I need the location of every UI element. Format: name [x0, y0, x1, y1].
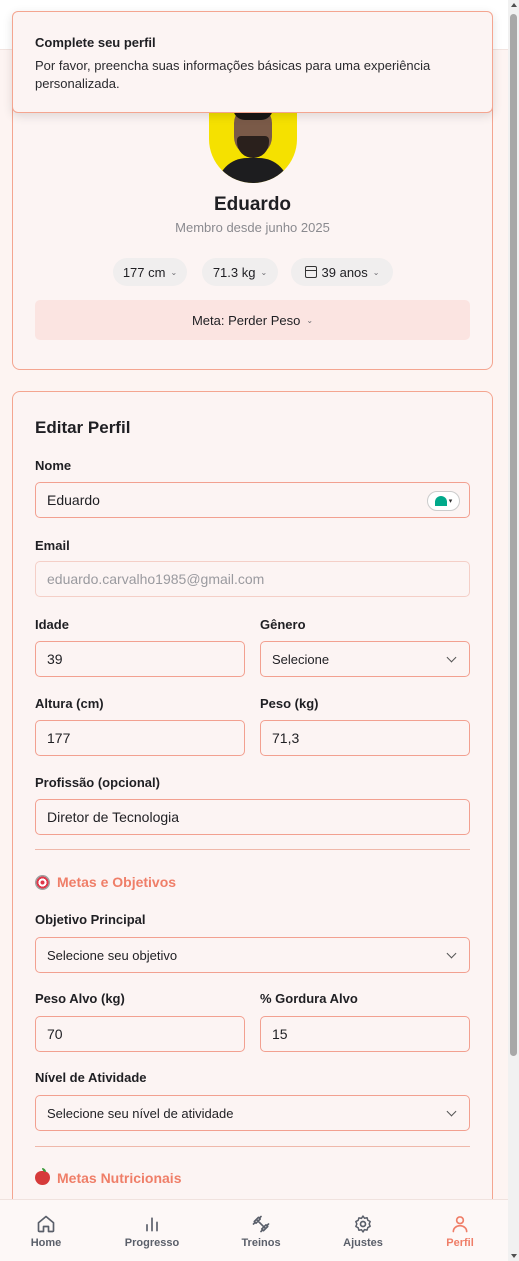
home-icon — [37, 1215, 55, 1233]
gender-select[interactable]: Selecione — [260, 641, 470, 677]
weight-value: 71.3 kg — [212, 264, 256, 280]
gear-icon — [355, 1215, 371, 1233]
edit-profile-title: Editar Perfil — [35, 418, 131, 437]
nutrition-section-title: Metas Nutricionais — [35, 1168, 182, 1186]
target-fat-label: % Gordura Alvo — [260, 991, 358, 1006]
weight-label: Peso (kg) — [260, 696, 319, 711]
nav-progress[interactable]: Progresso — [112, 1214, 192, 1249]
apple-icon — [35, 1168, 50, 1185]
nav-home-label: Home — [30, 1237, 62, 1249]
toast-message: Por favor, preencha suas informações bás… — [35, 58, 431, 91]
activity-label: Nível de Atividade — [35, 1070, 147, 1085]
profession-value: Diretor de Tecnologia — [47, 809, 180, 825]
nutrition-title: Metas Nutricionais — [57, 1170, 182, 1186]
chevron-down-icon — [446, 652, 457, 662]
age-chip[interactable]: 39 anos ⌄ — [291, 258, 393, 286]
chevron-down-icon — [446, 1106, 457, 1116]
chevron-down-icon: ⌄ — [170, 267, 178, 277]
chevron-down-icon — [446, 948, 457, 958]
nav-settings-label: Ajustes — [343, 1237, 383, 1249]
extension-logo-icon — [434, 496, 447, 506]
nav-workouts[interactable]: Treinos — [221, 1214, 301, 1249]
nav-profile-label: Perfil — [446, 1237, 474, 1249]
scroll-down-icon[interactable] — [511, 1254, 517, 1258]
goal-label: Meta: Perder Peso — [191, 312, 301, 328]
target-fat-value: 15 — [272, 1026, 288, 1042]
email-label: Email — [35, 538, 70, 553]
chevron-down-icon: ⌄ — [372, 267, 380, 277]
objective-select[interactable]: Selecione seu objetivo — [35, 937, 470, 973]
email-value: eduardo.carvalho1985@gmail.com — [47, 571, 265, 587]
profession-field[interactable]: Diretor de Tecnologia — [35, 799, 470, 835]
nav-workouts-label: Treinos — [241, 1237, 281, 1249]
target-weight-field[interactable]: 70 — [35, 1016, 245, 1052]
age-field[interactable]: 39 — [35, 641, 245, 677]
weight-chip[interactable]: 71.3 kg ⌄ — [202, 258, 278, 286]
profile-name: Eduardo — [213, 194, 292, 215]
avatar-shirt — [217, 158, 289, 183]
email-field[interactable]: eduardo.carvalho1985@gmail.com — [35, 561, 470, 597]
goals-section-title: Metas e Objetivos — [35, 874, 176, 890]
nav-progress-label: Progresso — [124, 1237, 180, 1249]
target-icon — [35, 874, 50, 890]
divider — [35, 1146, 470, 1147]
dumbbell-icon — [252, 1215, 270, 1233]
target-weight-label: Peso Alvo (kg) — [35, 991, 125, 1006]
chevron-down-icon: ▾ — [448, 498, 453, 505]
nav-settings[interactable]: Ajustes — [323, 1214, 403, 1249]
calendar-icon — [304, 266, 317, 278]
divider — [35, 849, 470, 850]
profession-label: Profissão (opcional) — [35, 775, 160, 790]
nav-profile[interactable]: Perfil — [420, 1214, 500, 1249]
weight-field[interactable]: 71,3 — [260, 720, 470, 756]
objective-label: Objetivo Principal — [35, 912, 146, 927]
password-manager-icon[interactable]: ▾ — [427, 491, 460, 511]
chevron-down-icon: ⌄ — [260, 267, 268, 277]
gender-label: Gênero — [260, 617, 306, 632]
avatar-beard — [237, 136, 269, 158]
age-value: 39 anos — [321, 264, 368, 280]
activity-select[interactable]: Selecione seu nível de atividade — [35, 1095, 470, 1131]
target-weight-value: 70 — [47, 1026, 63, 1042]
name-field[interactable]: Eduardo ▾ — [35, 482, 470, 518]
nav-home[interactable]: Home — [6, 1214, 86, 1249]
height-input-value: 177 — [47, 730, 71, 746]
height-field[interactable]: 177 — [35, 720, 245, 756]
chevron-down-icon: ⌄ — [306, 315, 314, 325]
avatar[interactable] — [209, 106, 297, 183]
complete-profile-toast: Complete seu perfil Por favor, preencha … — [12, 11, 493, 113]
target-fat-field[interactable]: 15 — [260, 1016, 470, 1052]
age-label: Idade — [35, 617, 69, 632]
name-value: Eduardo — [47, 492, 100, 508]
age-input-value: 39 — [47, 651, 63, 667]
scrollbar-thumb[interactable] — [510, 14, 517, 1056]
height-label: Altura (cm) — [35, 696, 104, 711]
edit-profile-card: Editar Perfil Nome Eduardo ▾ Email eduar… — [12, 391, 493, 1261]
bar-chart-icon — [146, 1217, 158, 1232]
scrollbar[interactable] — [508, 0, 519, 1261]
goal-selector[interactable]: Meta: Perder Peso ⌄ — [35, 300, 470, 340]
height-value: 177 cm — [122, 264, 166, 280]
height-chip[interactable]: 177 cm ⌄ — [113, 258, 187, 286]
weight-input-value: 71,3 — [272, 730, 300, 746]
bottom-nav: Home Progresso Treinos Ajustes Perfil — [0, 1199, 508, 1261]
toast-title: Complete seu perfil — [35, 35, 156, 50]
objective-value: Selecione seu objetivo — [47, 947, 178, 963]
scroll-up-icon[interactable] — [511, 3, 517, 7]
goals-title: Metas e Objetivos — [57, 874, 177, 890]
gender-value: Selecione — [272, 651, 330, 667]
user-icon — [452, 1216, 468, 1233]
activity-value: Selecione seu nível de atividade — [47, 1105, 234, 1121]
name-label: Nome — [35, 458, 72, 473]
member-since: Membro desde junho 2025 — [175, 220, 330, 235]
